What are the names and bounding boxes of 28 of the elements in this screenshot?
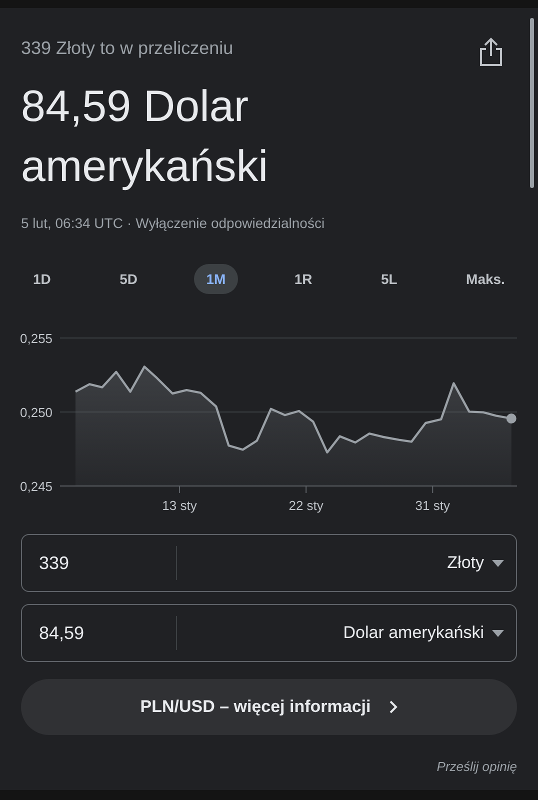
dropdown-caret-icon — [492, 630, 504, 636]
amount-input[interactable]: 339 — [22, 546, 177, 580]
disclaimer-link[interactable]: Wyłączenie odpowiedzialności — [136, 213, 325, 234]
last-point-marker — [506, 414, 516, 424]
share-icon[interactable] — [478, 37, 504, 67]
range-tab[interactable]: 1D — [21, 264, 63, 294]
x-axis-label: 13 sty — [162, 498, 197, 513]
range-tab[interactable]: 1R — [282, 264, 324, 294]
y-axis-label: 0,250 — [20, 405, 53, 420]
range-tab[interactable]: Maks. — [454, 264, 517, 294]
range-tab[interactable]: 5L — [368, 264, 410, 294]
conversion-subtitle: 339 Złoty to w przeliczeniu — [21, 37, 234, 59]
chevron-right-icon — [388, 700, 398, 714]
y-axis-label: 0,245 — [20, 479, 53, 494]
conversion-result: 84,59 Dolar amerykański — [20, 81, 269, 193]
currency-dropdown[interactable]: Dolar amerykański — [177, 620, 516, 646]
timestamp: 5 lut, 06:34 UTC — [21, 214, 123, 233]
separator-dot: · — [126, 214, 132, 233]
feedback-link[interactable]: Prześlij opinię — [436, 757, 517, 776]
more-info-button[interactable]: PLN/USD – więcej informacji — [21, 679, 517, 735]
amount-input[interactable]: 84,59 — [22, 616, 177, 650]
dropdown-caret-icon — [492, 560, 504, 566]
range-tab[interactable]: 1M — [194, 264, 238, 294]
range-tab[interactable]: 5D — [108, 264, 150, 294]
x-axis-label: 22 sty — [288, 498, 324, 513]
currency-dropdown[interactable]: Złoty — [177, 550, 516, 576]
x-axis-label: 31 sty — [415, 498, 450, 513]
y-axis-label: 0,255 — [20, 331, 53, 346]
